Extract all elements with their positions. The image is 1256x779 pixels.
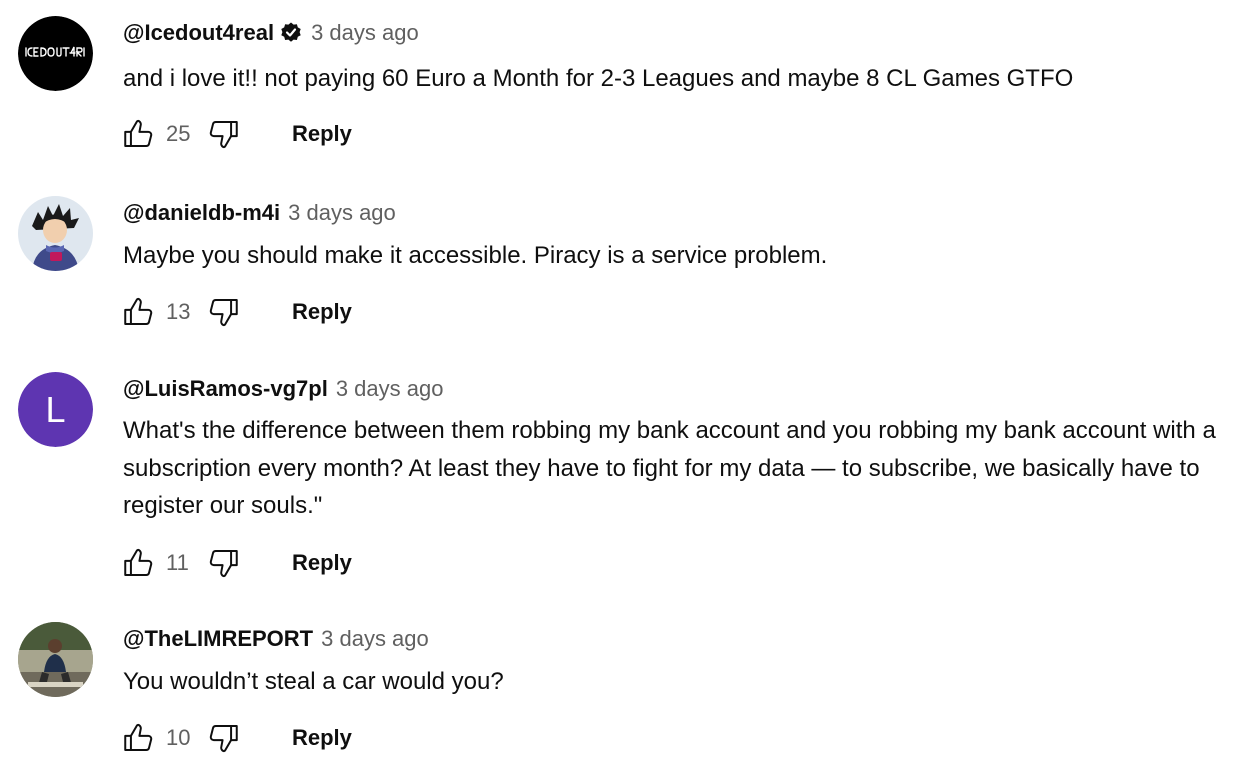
dislike-button[interactable] (204, 114, 244, 154)
thumbs-up-icon (124, 119, 153, 148)
comment-text: Maybe you should make it accessible. Pir… (123, 242, 828, 269)
comment-author[interactable]: @TheLIMREPORT (123, 626, 313, 652)
like-count: 25 (166, 121, 191, 146)
avatar-photo-icon (18, 622, 93, 697)
like-button[interactable] (118, 292, 158, 332)
comment-header: @LuisRamos-vg7pl 3 days ago (123, 372, 443, 406)
avatar-logo-icon (18, 16, 93, 91)
thumbs-down-icon (209, 549, 238, 578)
comment-actions: 11 Reply (118, 543, 352, 583)
comment-header: @Icedout4real 3 days ago (123, 16, 419, 50)
thumbs-up-icon (124, 548, 153, 577)
avatar-letter: L (18, 372, 93, 447)
avatar[interactable] (18, 196, 93, 271)
avatar[interactable] (18, 622, 93, 697)
like-button[interactable] (118, 543, 158, 583)
thumbs-down-icon (209, 298, 238, 327)
comment-text: What's the difference between them robbi… (123, 417, 1216, 519)
avatar-illustration-icon (18, 196, 93, 271)
verified-badge-icon (279, 21, 303, 45)
reply-button[interactable]: Reply (292, 725, 352, 751)
comment-timestamp[interactable]: 3 days ago (288, 200, 396, 226)
avatar[interactable]: L (18, 372, 93, 447)
like-button[interactable] (118, 718, 158, 758)
like-count: 10 (166, 725, 191, 750)
comment-author[interactable]: @LuisRamos-vg7pl (123, 376, 328, 402)
comment-author[interactable]: @Icedout4real (123, 20, 274, 46)
avatar[interactable] (18, 16, 93, 91)
comment-actions: 13 Reply (118, 292, 352, 332)
reply-button[interactable]: Reply (292, 299, 352, 325)
reply-button[interactable]: Reply (292, 550, 352, 576)
comment-header: @TheLIMREPORT 3 days ago (123, 622, 429, 656)
like-count: 13 (166, 299, 191, 324)
dislike-button[interactable] (204, 543, 244, 583)
thumbs-down-icon (209, 120, 238, 149)
comments-list: @Icedout4real 3 days ago and i love it!!… (0, 0, 1256, 779)
thumbs-up-icon (124, 297, 153, 326)
comment-timestamp[interactable]: 3 days ago (321, 626, 429, 652)
comment-header: @danieldb-m4i 3 days ago (123, 196, 396, 230)
reply-button[interactable]: Reply (292, 121, 352, 147)
like-count: 11 (166, 550, 189, 575)
comment-timestamp[interactable]: 3 days ago (336, 376, 444, 402)
comment-author[interactable]: @danieldb-m4i (123, 200, 280, 226)
comment-text: You wouldn’t steal a car would you? (123, 668, 504, 695)
comment-timestamp[interactable]: 3 days ago (311, 20, 419, 46)
comment-actions: 25 Reply (118, 114, 352, 154)
thumbs-down-icon (209, 724, 238, 753)
comment-actions: 10 Reply (118, 718, 352, 758)
comment-text: and i love it!! not paying 60 Euro a Mon… (123, 65, 1074, 92)
like-button[interactable] (118, 114, 158, 154)
dislike-button[interactable] (204, 718, 244, 758)
thumbs-up-icon (124, 723, 153, 752)
dislike-button[interactable] (204, 292, 244, 332)
